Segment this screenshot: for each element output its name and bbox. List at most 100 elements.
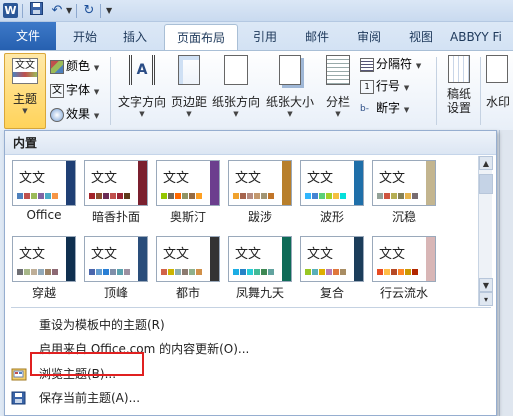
- scroll-up-icon[interactable]: ▲: [479, 156, 493, 170]
- breaks-button[interactable]: 分隔符 ▼: [360, 53, 421, 75]
- themes-button[interactable]: 文文 主题 ▼: [4, 53, 46, 129]
- text-direction-label: 文字方向: [117, 95, 166, 109]
- document-scrollbar[interactable]: [499, 130, 513, 416]
- scroll-thumb[interactable]: [479, 174, 493, 194]
- fonts-icon: 文: [50, 83, 64, 98]
- draft-paper-button[interactable]: 稿纸 设置: [440, 55, 478, 115]
- color-swatch: [24, 193, 30, 199]
- save-theme-menu-item[interactable]: 保存当前主题(A)...: [5, 386, 496, 410]
- color-swatch: [124, 269, 130, 275]
- color-swatch: [110, 193, 116, 199]
- line-numbers-button[interactable]: 1 行号 ▼: [360, 75, 409, 97]
- tab-home[interactable]: 开始: [62, 24, 108, 50]
- color-swatch: [31, 193, 37, 199]
- tab-abbyy[interactable]: ABBYY Fi: [450, 24, 513, 50]
- theme-thumbnail: 文文: [12, 160, 76, 206]
- theme-swatches: [89, 193, 131, 199]
- theme-option[interactable]: 文文 穿越: [11, 236, 77, 306]
- color-swatch: [333, 193, 339, 199]
- divider: [22, 4, 23, 18]
- colors-label: 颜色: [66, 59, 91, 73]
- tab-mailings[interactable]: 邮件: [294, 24, 340, 50]
- save-theme-icon: [11, 390, 27, 406]
- chevron-down-icon: ▼: [335, 110, 341, 118]
- color-swatch: [182, 269, 188, 275]
- color-swatch: [305, 193, 311, 199]
- scroll-down-icon[interactable]: ▼: [479, 278, 493, 292]
- color-swatch: [117, 269, 123, 275]
- theme-thumbnail: 文文: [372, 236, 436, 282]
- color-swatch: [175, 269, 181, 275]
- size-button[interactable]: 纸张大小 ▼: [264, 55, 316, 118]
- chevron-down-icon: ▼: [403, 106, 410, 114]
- theme-swatches: [89, 269, 131, 275]
- theme-name: 顶峰: [103, 286, 128, 300]
- theme-color-band: [210, 237, 219, 281]
- hyphenation-button[interactable]: b- 断字 ▼: [360, 97, 409, 119]
- word-app-icon[interactable]: W: [3, 3, 18, 18]
- theme-option[interactable]: 文文 凤舞九天: [227, 236, 293, 306]
- fonts-label: 字体: [66, 83, 91, 97]
- theme-option[interactable]: 文文 奥斯汀: [155, 160, 221, 230]
- draft-paper-label: 稿纸: [446, 87, 471, 101]
- theme-option[interactable]: 文文 波形: [299, 160, 365, 230]
- margins-button[interactable]: 页边距 ▼: [170, 55, 208, 118]
- columns-button[interactable]: 分栏 ▼: [320, 55, 356, 118]
- ribbon-tabs: 文件 开始 插入 页面布局 引用 邮件 审阅 视图 ABBYY Fi: [0, 22, 513, 50]
- theme-option[interactable]: 文文 复合: [299, 236, 365, 306]
- color-swatch: [319, 193, 325, 199]
- theme-option[interactable]: 文文 沉稳: [371, 160, 437, 230]
- reset-theme-menu-item[interactable]: 重设为模板中的主题(R): [5, 313, 496, 337]
- theme-option[interactable]: 文文 行云流水: [371, 236, 437, 306]
- tab-view[interactable]: 视图: [398, 24, 444, 50]
- divider: [436, 57, 437, 125]
- divider: [110, 57, 111, 125]
- tab-file[interactable]: 文件: [0, 22, 56, 50]
- theme-option[interactable]: 文文 Office: [11, 160, 77, 230]
- undo-icon[interactable]: ↶: [48, 2, 66, 20]
- color-swatch: [240, 269, 246, 275]
- orientation-button[interactable]: 纸张方向 ▼: [210, 55, 262, 118]
- color-swatch: [398, 193, 404, 199]
- orientation-icon: [224, 55, 248, 85]
- theme-sample-text: 文文: [163, 247, 190, 262]
- expand-gallery-icon[interactable]: ▾: [479, 292, 493, 306]
- color-swatch: [233, 193, 239, 199]
- customize-qat-icon[interactable]: ▼: [106, 6, 112, 15]
- color-swatch: [319, 269, 325, 275]
- theme-swatches: [305, 269, 347, 275]
- watermark-button[interactable]: 水印: [486, 55, 513, 110]
- theme-option[interactable]: 文文 都市: [155, 236, 221, 306]
- color-swatch: [384, 269, 390, 275]
- color-swatch: [45, 269, 51, 275]
- gallery-scrollbar[interactable]: ▲ ▼ ▾: [478, 156, 493, 306]
- chevron-down-icon: ▼: [403, 84, 410, 92]
- color-swatch: [405, 193, 411, 199]
- color-swatch: [254, 193, 260, 199]
- tab-review[interactable]: 审阅: [346, 24, 392, 50]
- fonts-button[interactable]: 文字体 ▼: [50, 79, 99, 101]
- text-direction-button[interactable]: A 文字方向 ▼: [116, 55, 168, 118]
- effects-button[interactable]: 效果 ▼: [50, 103, 99, 125]
- builtin-header: 内置: [5, 131, 496, 155]
- color-swatch: [240, 193, 246, 199]
- theme-swatches: [305, 193, 347, 199]
- theme-sample-text: 文文: [307, 171, 334, 186]
- save-icon[interactable]: [27, 2, 45, 20]
- redo-icon[interactable]: ↻: [80, 2, 98, 20]
- tab-insert[interactable]: 插入: [112, 24, 158, 50]
- colors-button[interactable]: 颜色 ▼: [50, 55, 99, 77]
- theme-option[interactable]: 文文 顶峰: [83, 236, 149, 306]
- themes-icon: 文文: [12, 58, 38, 84]
- highlight-box: [30, 352, 144, 376]
- theme-sample-text: 文文: [307, 247, 334, 262]
- effects-icon: [50, 107, 64, 122]
- theme-option[interactable]: 文文 暗香扑面: [83, 160, 149, 230]
- theme-color-band: [210, 161, 219, 205]
- divider: [11, 307, 491, 308]
- tab-references[interactable]: 引用: [242, 24, 288, 50]
- color-swatch: [326, 269, 332, 275]
- undo-dropdown-icon[interactable]: ▼: [66, 6, 72, 15]
- tab-page-layout[interactable]: 页面布局: [164, 24, 238, 50]
- theme-option[interactable]: 文文 跋涉: [227, 160, 293, 230]
